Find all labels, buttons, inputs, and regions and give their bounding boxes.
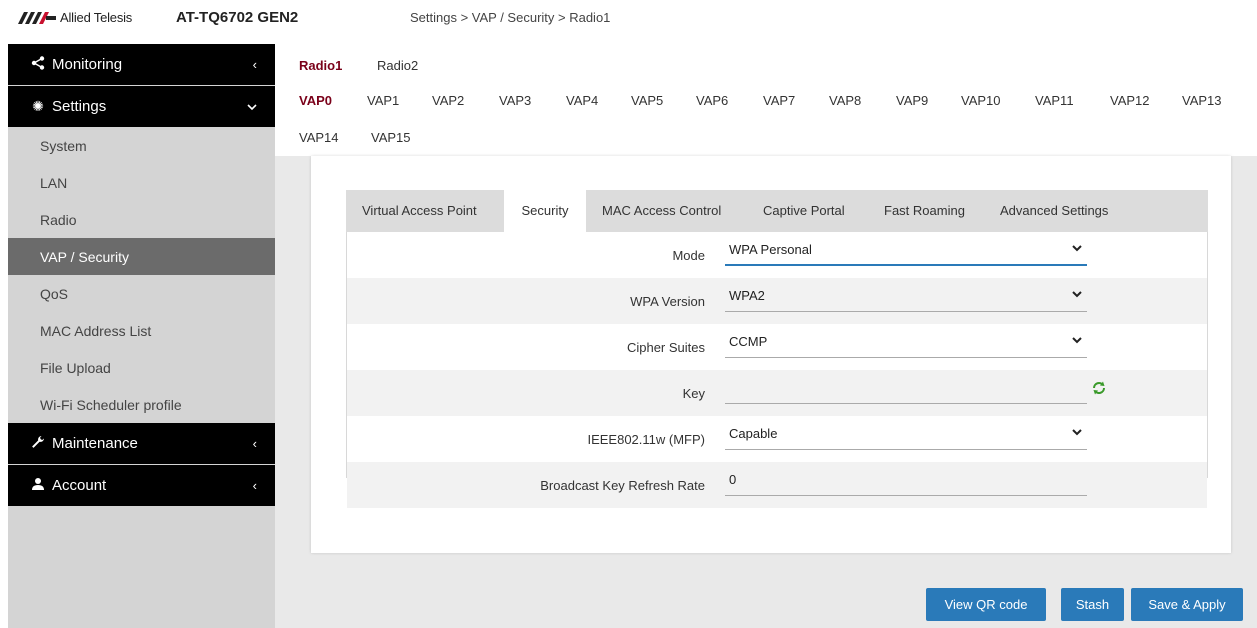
- cipher-suites-value: CCMP: [729, 334, 768, 349]
- tab-vap4[interactable]: VAP4: [566, 93, 598, 108]
- sidebar-item-mac-address-list[interactable]: MAC Address List: [8, 312, 275, 349]
- sidebar-item-lan[interactable]: LAN: [8, 164, 275, 201]
- tab-vap9[interactable]: VAP9: [896, 93, 928, 108]
- gear-icon: ✺: [32, 98, 44, 114]
- chevron-left-icon: ‹: [252, 57, 257, 72]
- tab-vap7[interactable]: VAP7: [763, 93, 795, 108]
- chevron-left-icon: ‹: [252, 478, 257, 493]
- mode-select[interactable]: WPA Personal: [725, 238, 1087, 266]
- mfp-label: IEEE802.11w (MFP): [587, 432, 705, 447]
- breadcrumb: Settings > VAP / Security > Radio1: [410, 10, 611, 25]
- tab-vap6[interactable]: VAP6: [696, 93, 728, 108]
- wpa-version-label: WPA Version: [630, 294, 705, 309]
- tab-vap10[interactable]: VAP10: [961, 93, 1001, 108]
- sidebar-item-radio[interactable]: Radio: [8, 201, 275, 238]
- tab-mac-access-control[interactable]: MAC Access Control: [602, 190, 721, 232]
- form-row-refresh-rate: Broadcast Key Refresh Rate 0: [347, 462, 1207, 508]
- tab-vap15[interactable]: VAP15: [371, 130, 411, 145]
- tab-vap1[interactable]: VAP1: [367, 93, 399, 108]
- chevron-down-icon: [1072, 291, 1082, 298]
- cipher-suites-label: Cipher Suites: [626, 340, 705, 355]
- tab-vap11[interactable]: VAP11: [1035, 93, 1074, 108]
- security-form: Mode WPA Personal WPA Version WPA2 Ciphe…: [346, 232, 1208, 508]
- tab-security[interactable]: Security: [504, 190, 586, 233]
- chevron-down-icon: [1072, 429, 1082, 436]
- wpa-version-select[interactable]: WPA2: [725, 284, 1087, 312]
- key-input[interactable]: [725, 376, 1087, 404]
- tab-virtual-access-point[interactable]: Virtual Access Point: [362, 190, 477, 232]
- form-row-mode: Mode WPA Personal: [347, 232, 1207, 278]
- cipher-suites-select[interactable]: CCMP: [725, 330, 1087, 358]
- sidebar-item-vap-security[interactable]: VAP / Security: [8, 238, 275, 275]
- wpa-version-value: WPA2: [729, 288, 765, 303]
- mode-label: Mode: [672, 248, 705, 263]
- form-row-mfp: IEEE802.11w (MFP) Capable: [347, 416, 1207, 462]
- sidebar-section-monitoring[interactable]: Monitoring ‹: [8, 44, 275, 85]
- tab-advanced-settings[interactable]: Advanced Settings: [1000, 190, 1108, 232]
- sidebar-item-system[interactable]: System: [8, 127, 275, 164]
- tab-radio1[interactable]: Radio1: [299, 58, 342, 73]
- top-bar: Allied Telesis AT-TQ6702 GEN2 Settings >…: [0, 0, 1257, 36]
- radio-tabs: Radio1 Radio2: [275, 44, 1257, 84]
- mfp-select[interactable]: Capable: [725, 422, 1087, 450]
- main-content: Radio1 Radio2 VAP0 VAP1 VAP2 VAP3 VAP4 V…: [275, 44, 1257, 628]
- form-row-wpa-version: WPA Version WPA2: [347, 278, 1207, 324]
- view-qr-code-button[interactable]: View QR code: [926, 588, 1046, 621]
- sidebar-section-label: Settings: [52, 98, 107, 115]
- tab-vap13[interactable]: VAP13: [1182, 93, 1222, 108]
- wrench-icon: [28, 435, 48, 452]
- tab-vap0[interactable]: VAP0: [299, 93, 332, 108]
- sidebar-item-qos[interactable]: QoS: [8, 275, 275, 312]
- user-icon: [28, 477, 48, 494]
- allied-telesis-logo-icon: [18, 11, 56, 24]
- sidebar-section-settings[interactable]: ✺ Settings: [8, 86, 275, 127]
- tab-radio2[interactable]: Radio2: [377, 58, 418, 73]
- mfp-value: Capable: [729, 426, 778, 441]
- sidebar-section-label: Account: [52, 477, 107, 494]
- device-name: AT-TQ6702 GEN2: [176, 9, 299, 26]
- form-row-cipher-suites: Cipher Suites CCMP: [347, 324, 1207, 370]
- tab-captive-portal[interactable]: Captive Portal: [763, 190, 845, 232]
- security-panel: Virtual Access Point Security MAC Access…: [311, 156, 1231, 553]
- sidebar-section-account[interactable]: Account ‹: [8, 465, 275, 506]
- tab-vap14[interactable]: VAP14: [299, 130, 339, 145]
- sidebar: Monitoring ‹ ✺ Settings System LAN Radio…: [8, 44, 275, 628]
- refresh-rate-label: Broadcast Key Refresh Rate: [540, 478, 705, 493]
- mode-value: WPA Personal: [729, 242, 812, 257]
- stash-button[interactable]: Stash: [1061, 588, 1124, 621]
- tab-vap12[interactable]: VAP12: [1110, 93, 1150, 108]
- form-row-key: Key: [347, 370, 1207, 416]
- sidebar-item-wifi-scheduler[interactable]: Wi-Fi Scheduler profile: [8, 386, 275, 423]
- chevron-down-icon: [247, 99, 257, 114]
- chevron-down-icon: [1072, 245, 1082, 252]
- sidebar-item-file-upload[interactable]: File Upload: [8, 349, 275, 386]
- brand-name: Allied Telesis: [60, 10, 133, 25]
- share-icon: [28, 56, 48, 73]
- refresh-rate-input[interactable]: 0: [725, 468, 1087, 496]
- tab-vap8[interactable]: VAP8: [829, 93, 861, 108]
- refresh-rate-value: 0: [729, 472, 737, 487]
- refresh-icon[interactable]: [1091, 380, 1107, 396]
- sidebar-section-label: Monitoring: [52, 56, 123, 73]
- tab-vap5[interactable]: VAP5: [631, 93, 663, 108]
- tab-vap2[interactable]: VAP2: [432, 93, 464, 108]
- chevron-down-icon: [1072, 337, 1082, 344]
- brand-logo: Allied Telesis: [18, 10, 132, 25]
- chevron-left-icon: ‹: [252, 436, 257, 451]
- key-label: Key: [682, 386, 705, 401]
- tab-vap3[interactable]: VAP3: [499, 93, 531, 108]
- save-apply-button[interactable]: Save & Apply: [1131, 588, 1243, 621]
- inner-tabs: Virtual Access Point Security MAC Access…: [346, 190, 1208, 233]
- vap-tabs: VAP0 VAP1 VAP2 VAP3 VAP4 VAP5 VAP6 VAP7 …: [275, 84, 1257, 156]
- tab-fast-roaming[interactable]: Fast Roaming: [884, 190, 965, 232]
- sidebar-section-maintenance[interactable]: Maintenance ‹: [8, 423, 275, 464]
- sidebar-section-label: Maintenance: [52, 435, 138, 452]
